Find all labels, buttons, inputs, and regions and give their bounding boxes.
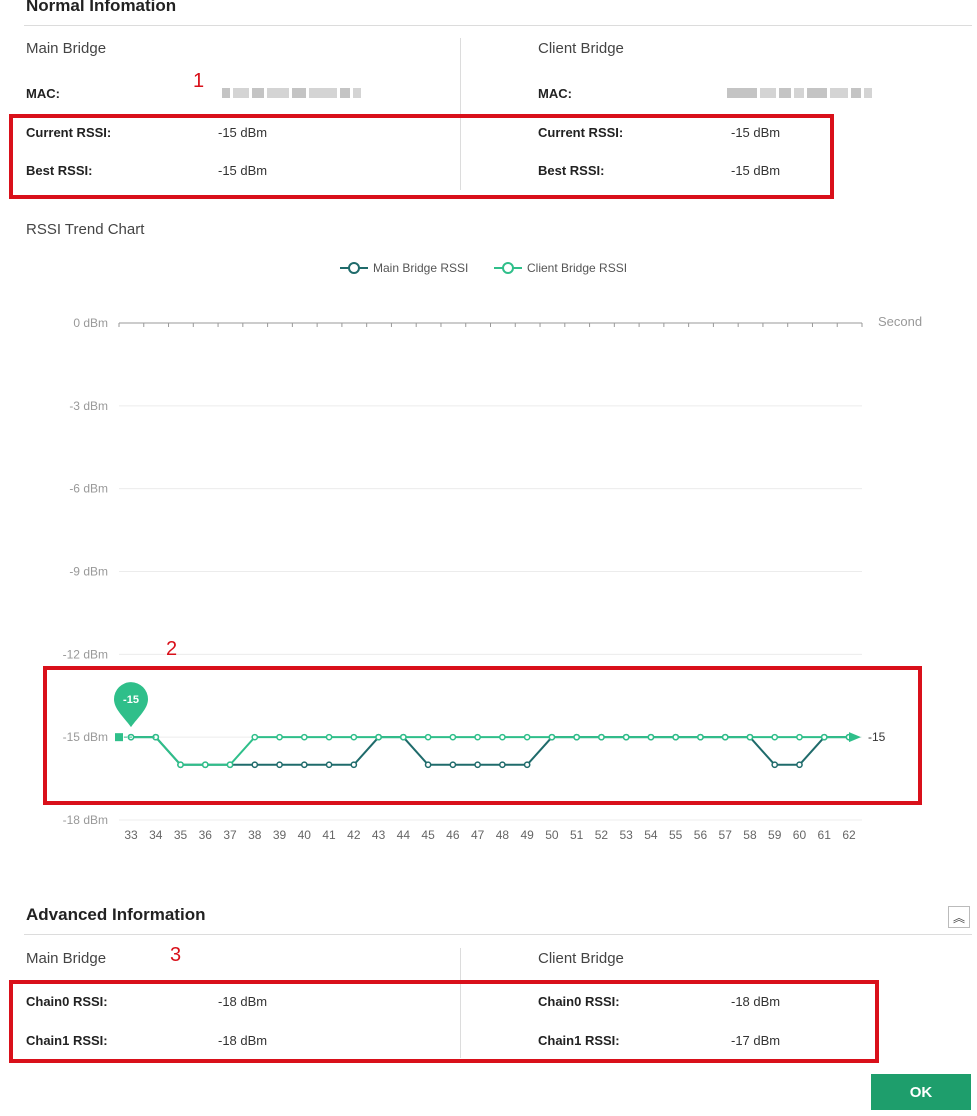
main-chain0-label: Chain0 RSSI: bbox=[26, 994, 108, 1009]
adv-main-bridge-title: Main Bridge bbox=[26, 950, 107, 967]
y-tick-label: 0 dBm bbox=[73, 316, 108, 330]
x-tick-label: 51 bbox=[570, 828, 584, 842]
client-current-rssi-label: Current RSSI: bbox=[538, 125, 624, 140]
x-tick-label: 34 bbox=[149, 828, 163, 842]
y-tick-label: -12 dBm bbox=[63, 647, 108, 661]
main-current-rssi-value: -15 dBm bbox=[218, 125, 268, 140]
client-chain0-label: Chain0 RSSI: bbox=[538, 994, 620, 1009]
x-tick-label: 37 bbox=[223, 828, 237, 842]
highlight-box-1 bbox=[9, 114, 834, 199]
x-tick-label: 33 bbox=[124, 828, 138, 842]
client-mac-label: MAC: bbox=[538, 86, 572, 101]
main-chain0-value: -18 dBm bbox=[218, 994, 268, 1009]
x-tick-label: 38 bbox=[248, 828, 262, 842]
x-tick-label: 50 bbox=[545, 828, 559, 842]
chart-title: RSSI Trend Chart bbox=[26, 221, 145, 238]
x-tick-label: 60 bbox=[793, 828, 807, 842]
chart-legend: Main Bridge RSSI Client Bridge RSSI bbox=[340, 261, 627, 275]
x-tick-label: 42 bbox=[347, 828, 361, 842]
client-chain1-value: -17 dBm bbox=[731, 1033, 781, 1048]
normal-info-title: Normal Infomation bbox=[26, 0, 177, 15]
main-mac-label: MAC: bbox=[26, 86, 60, 101]
x-tick-label: 36 bbox=[199, 828, 213, 842]
legend-label: Main Bridge RSSI bbox=[373, 261, 468, 275]
annotation-1: 1 bbox=[193, 70, 205, 92]
x-tick-label: 53 bbox=[619, 828, 633, 842]
main-best-rssi-label: Best RSSI: bbox=[26, 163, 93, 178]
x-tick-label: 59 bbox=[768, 828, 782, 842]
x-tick-label: 56 bbox=[694, 828, 708, 842]
x-tick-label: 41 bbox=[322, 828, 336, 842]
y-tick-label: -6 dBm bbox=[69, 482, 108, 496]
y-tick-label: -9 dBm bbox=[69, 565, 108, 579]
annotation-3: 3 bbox=[170, 944, 182, 966]
main-mac-redacted bbox=[222, 88, 361, 98]
client-chain1-label: Chain1 RSSI: bbox=[538, 1033, 620, 1048]
client-bridge-title: Client Bridge bbox=[538, 40, 624, 57]
highlight-box-2 bbox=[43, 666, 922, 805]
x-tick-label: 57 bbox=[719, 828, 733, 842]
x-tick-label: 48 bbox=[496, 828, 510, 842]
ok-button[interactable]: OK bbox=[871, 1074, 971, 1110]
legend-marker bbox=[502, 262, 514, 274]
annotation-2: 2 bbox=[166, 638, 178, 660]
client-chain0-value: -18 dBm bbox=[731, 994, 781, 1009]
x-tick-label: 55 bbox=[669, 828, 683, 842]
double-chevron-up-icon: ︽ bbox=[952, 910, 965, 925]
x-tick-label: 58 bbox=[743, 828, 757, 842]
client-best-rssi-label: Best RSSI: bbox=[538, 163, 605, 178]
main-chain1-value: -18 dBm bbox=[218, 1033, 268, 1048]
main-bridge-title: Main Bridge bbox=[26, 40, 107, 57]
normal-info-divider bbox=[24, 25, 972, 26]
client-current-rssi-value: -15 dBm bbox=[731, 125, 781, 140]
collapse-button[interactable]: ︽ bbox=[948, 906, 970, 928]
advanced-info-title: Advanced Information bbox=[26, 905, 206, 924]
x-tick-label: 49 bbox=[520, 828, 534, 842]
client-mac-redacted bbox=[727, 88, 872, 98]
x-tick-label: 46 bbox=[446, 828, 460, 842]
y-tick-label: -3 dBm bbox=[69, 399, 108, 413]
legend-marker bbox=[348, 262, 360, 274]
x-axis-label: Second bbox=[878, 314, 922, 329]
y-tick-label: -18 dBm bbox=[63, 813, 108, 827]
x-tick-label: 40 bbox=[298, 828, 312, 842]
main-best-rssi-value: -15 dBm bbox=[218, 163, 268, 178]
x-axis-ticks: 33 34 35 36 37 38 39 40 41 42 43 44 45 46 47 48 49 50 51 52… bbox=[124, 828, 856, 842]
x-tick-label: 61 bbox=[818, 828, 832, 842]
x-tick-label: 47 bbox=[471, 828, 485, 842]
x-tick-label: 43 bbox=[372, 828, 386, 842]
highlight-box-3 bbox=[9, 980, 879, 1063]
client-best-rssi-value: -15 dBm bbox=[731, 163, 781, 178]
main-chain1-label: Chain1 RSSI: bbox=[26, 1033, 108, 1048]
x-tick-label: 45 bbox=[421, 828, 435, 842]
legend-label: Client Bridge RSSI bbox=[527, 261, 627, 275]
main-current-rssi-label: Current RSSI: bbox=[26, 125, 112, 140]
legend-item: Main Bridge RSSI bbox=[340, 261, 468, 275]
adv-client-bridge-title: Client Bridge bbox=[538, 950, 624, 967]
x-tick-label: 54 bbox=[644, 828, 658, 842]
legend-item: Client Bridge RSSI bbox=[494, 261, 627, 275]
x-tick-label: 35 bbox=[174, 828, 188, 842]
advanced-info-divider bbox=[24, 934, 972, 935]
x-tick-label: 52 bbox=[595, 828, 609, 842]
x-tick-label: 62 bbox=[842, 828, 856, 842]
x-tick-label: 39 bbox=[273, 828, 287, 842]
x-tick-label: 44 bbox=[397, 828, 411, 842]
